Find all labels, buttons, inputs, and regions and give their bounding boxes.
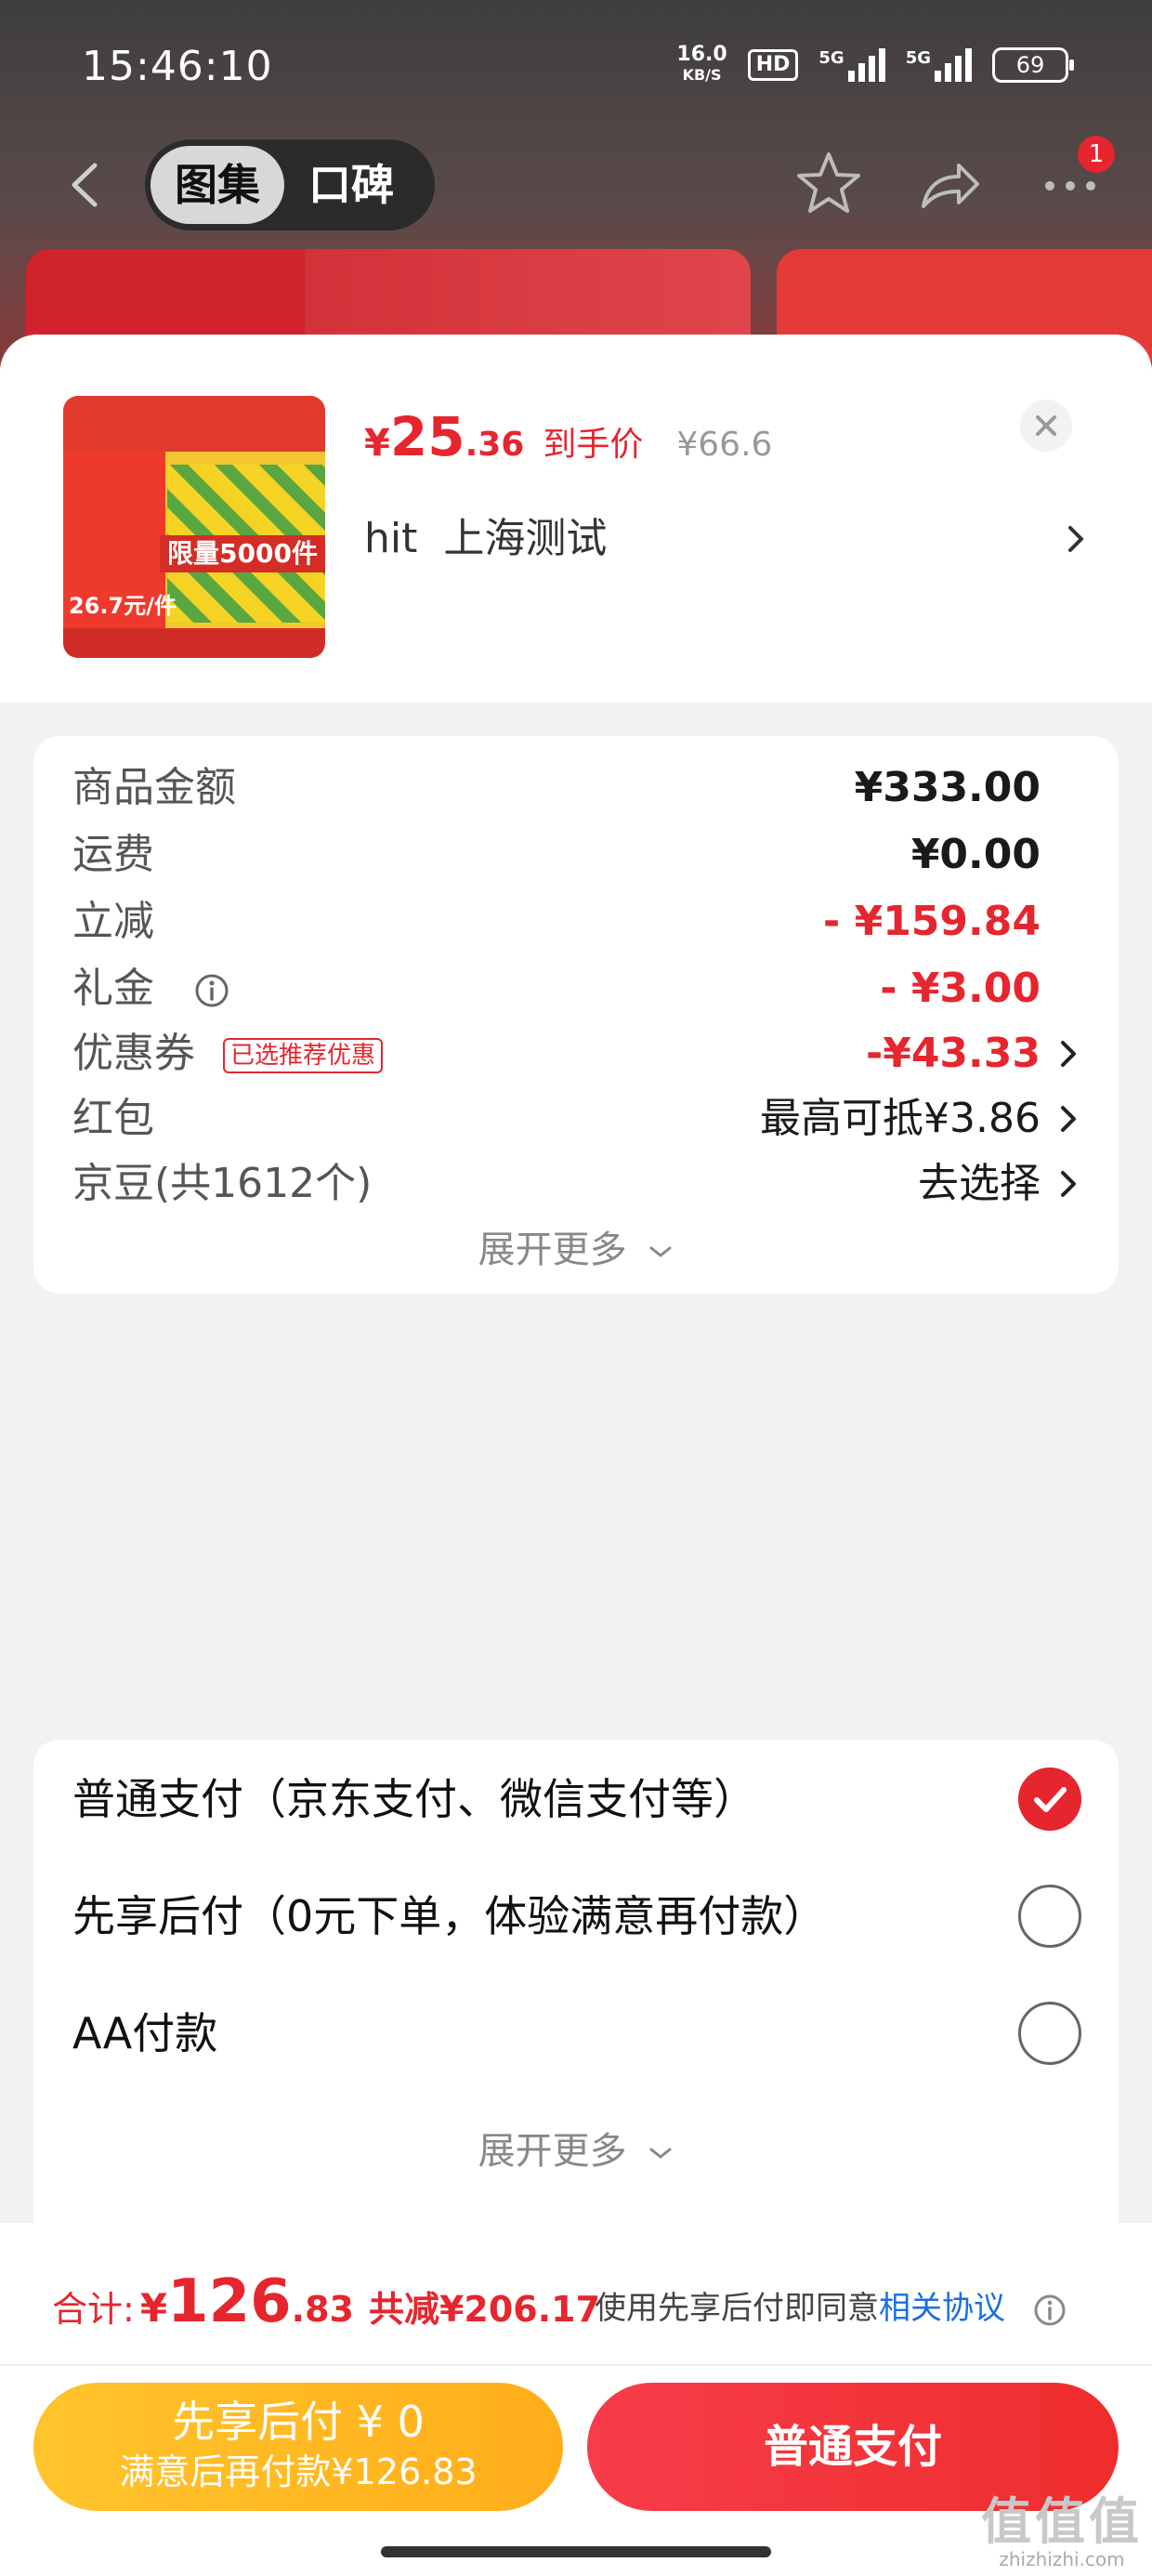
agreement-text: 使用先享后付即同意相关协议 [595,2282,1067,2328]
share-icon[interactable] [914,149,985,219]
chevron-right-icon [1061,1106,1076,1132]
original-price: ¥66.6 [676,426,773,464]
back-icon[interactable] [61,160,111,210]
info-icon[interactable] [1032,2293,1067,2328]
battery-icon: 69 [992,47,1074,83]
status-indicators: 16.0 KB/S HD 5G 5G 69 [676,43,1074,85]
more-button[interactable]: 1 [1035,136,1115,219]
radio-checked-icon[interactable] [1018,1768,1081,1831]
star-icon[interactable] [793,149,864,219]
price-row: ¥ 25 .36 到手价 ¥66.6 [364,405,773,468]
net-speed: 16.0 KB/S [676,43,727,85]
summary-row-discount: 立减 - ¥159.84 [72,898,1041,945]
image-banner-text: 限量5000件 [160,535,325,572]
divider [0,2364,1152,2366]
status-time: 15:46:10 [82,43,273,90]
variant-label: hit 上海测试 [364,515,608,562]
close-icon[interactable] [1020,400,1072,452]
product-header: 限量5000件 26.7元/件 ¥ 25 .36 到手价 ¥66.6 hit 上… [0,335,1152,703]
summary-row-jd-beans[interactable]: 京豆(共1612个) 去选择 [72,1150,1081,1217]
price-decimal: .36 [465,426,525,464]
chevron-down-icon [649,1246,672,1257]
summary-row-red-packet[interactable]: 红包 最高可抵¥3.86 [72,1085,1081,1152]
total-saved: 共减¥206.17 [368,2289,601,2330]
total-integer: 126 [167,2267,292,2336]
summary-row-coupon[interactable]: 优惠券 已选推荐优惠 -¥43.33 [72,1020,1081,1087]
summary-row-shipping: 运费 ¥0.00 [72,831,1041,878]
checkout-bottom-bar: 合计: ¥ 126 .83 共减¥206.17 使用先享后付即同意相关协议 先享… [0,2223,1152,2576]
product-image: 限量5000件 26.7元/件 [63,396,325,658]
coupon-tag: 已选推荐优惠 [223,1038,384,1073]
tab-reviews[interactable]: 口碑 [284,146,418,224]
payment-option-bnpl[interactable]: 先享后付（0元下单，体验满意再付款） [72,1879,1081,1953]
chevron-down-icon [649,2148,672,2159]
signal-icon: 5G [906,48,972,82]
chevron-right-icon [1061,1171,1076,1197]
gallery-tab-switch: 图集 口碑 [145,139,435,230]
status-bar: 15:46:10 16.0 KB/S HD 5G 5G 69 [0,0,1152,139]
agreement-link[interactable]: 相关协议 [879,2290,1005,2327]
hd-icon: HD [747,49,799,81]
variant-selector[interactable]: hit 上海测试 [364,509,1089,569]
summary-row-goods: 商品金额 ¥333.00 [72,764,1041,811]
image-price-text: 26.7元/件 [69,593,177,619]
expand-more-summary[interactable]: 展开更多 [33,1219,1119,1273]
price-summary-card: 商品金额 ¥333.00 运费 ¥0.00 立减 - ¥159.84 礼金 - … [33,736,1119,1294]
nav-actions: 1 [793,136,1115,219]
price-tag: 到手价 [543,426,644,464]
radio-unchecked-icon[interactable] [1018,1885,1081,1948]
price-integer: 25 [389,405,465,468]
summary-row-gift-cash: 礼金 - ¥3.00 [72,965,1041,1012]
chevron-right-icon [1068,526,1083,552]
info-icon[interactable] [193,972,230,1009]
expand-more-payment[interactable]: 展开更多 [33,2121,1119,2175]
order-total: 合计: ¥ 126 .83 共减¥206.17 [52,2267,601,2336]
bnpl-button[interactable]: 先享后付 ¥ 0 满意后再付款¥126.83 [33,2383,563,2511]
watermark: 值值值 zhizhizhi.com [981,2492,1143,2571]
payment-option-standard[interactable]: 普通支付（京东支付、微信支付等） [72,1762,1081,1836]
tab-gallery[interactable]: 图集 [151,146,284,224]
payment-options: 普通支付（京东支付、微信支付等） 先享后付（0元下单，体验满意再付款） AA付款… [33,1740,1119,2223]
total-decimal: .83 [291,2289,354,2330]
radio-unchecked-icon[interactable] [1018,2002,1081,2065]
home-indicator[interactable] [381,2546,771,2557]
chevron-right-icon [1061,1041,1076,1067]
notification-badge: 1 [1078,136,1115,173]
signal-icon: 5G [818,48,885,82]
payment-option-aa[interactable]: AA付款 [72,1996,1081,2070]
